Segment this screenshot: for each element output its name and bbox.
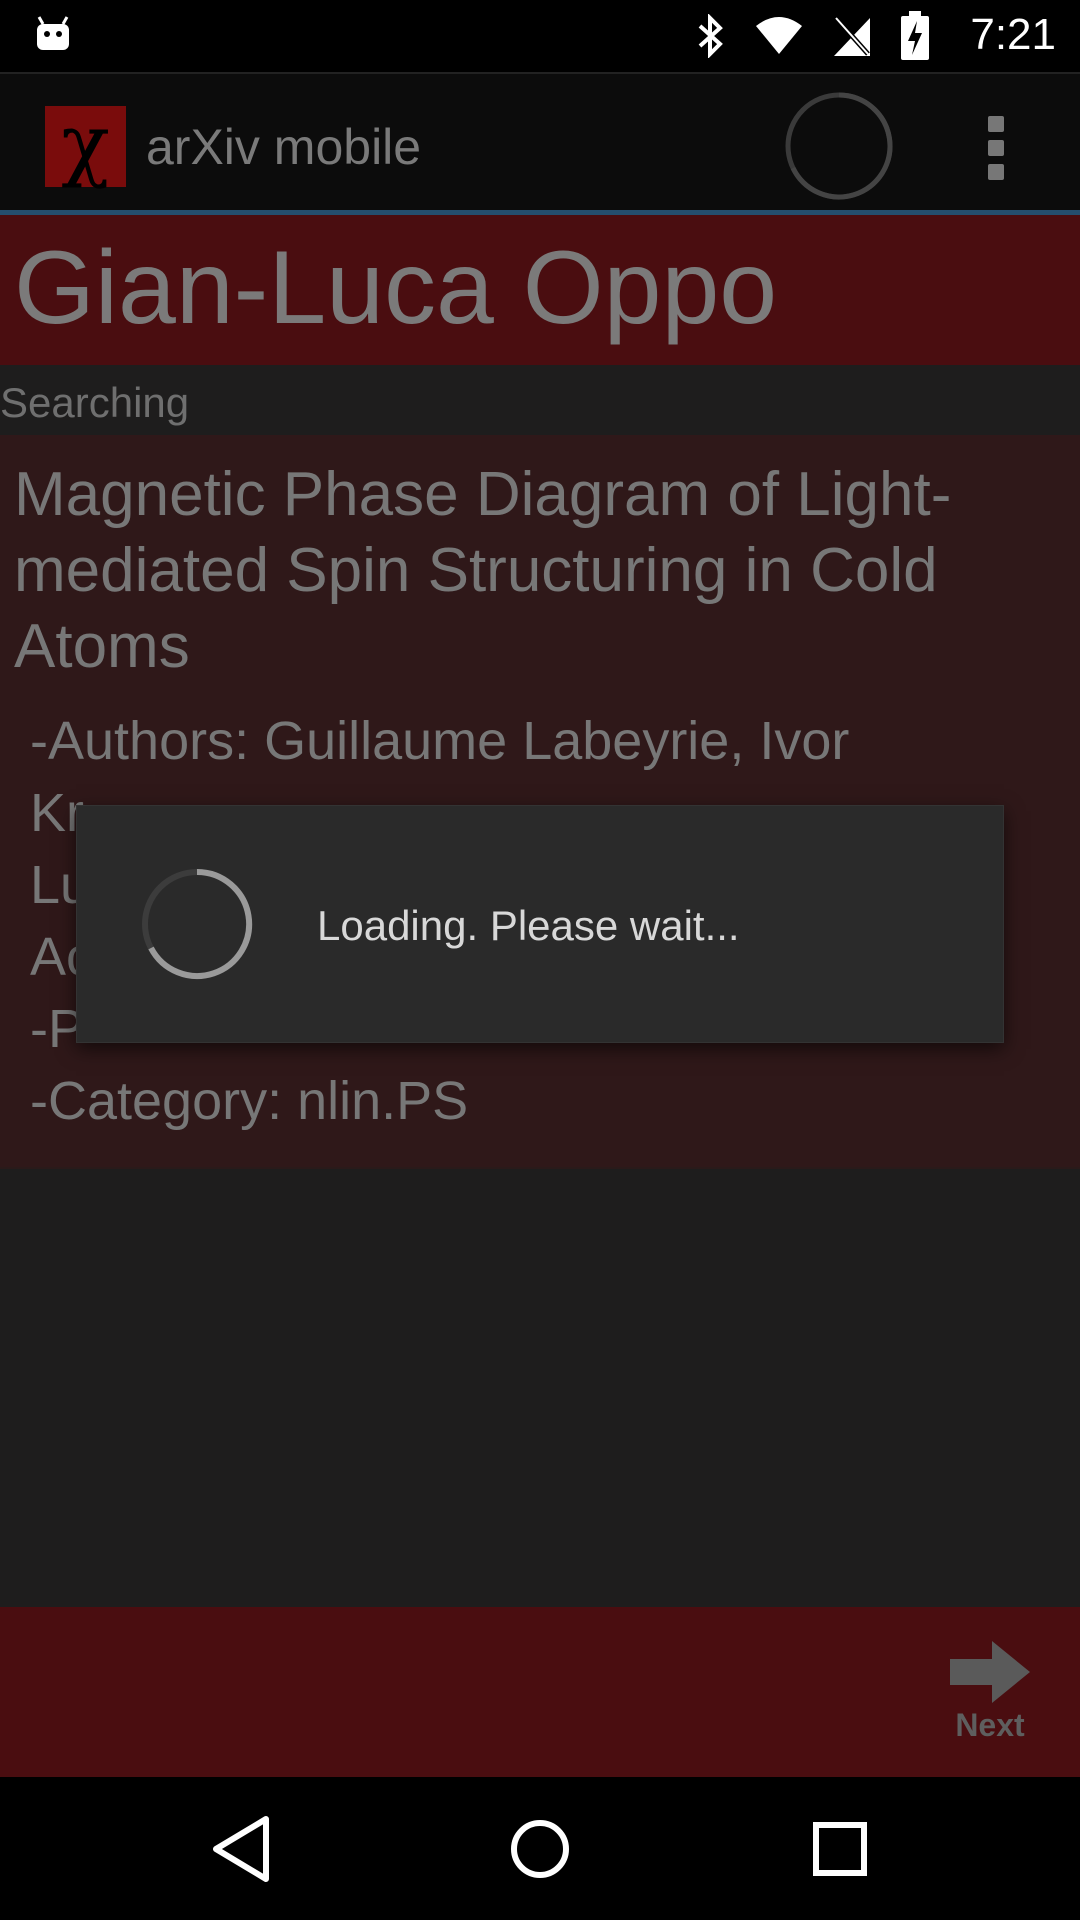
android-robot-icon (37, 16, 69, 50)
app-logo: χ (45, 104, 126, 187)
loading-spinner-icon (142, 868, 253, 979)
recents-icon[interactable] (798, 1807, 882, 1891)
status-bar: 7:21 (0, 0, 1080, 72)
loading-spinner-icon (785, 92, 893, 200)
navigation-bar (0, 1777, 1080, 1920)
paper-category: -Category: nlin.PS (30, 1071, 469, 1131)
next-label: Next (955, 1707, 1025, 1743)
paper-authors: -Authors: Guillaume Labeyrie, Ivor (30, 711, 850, 771)
bluetooth-icon (698, 14, 723, 58)
back-icon[interactable] (200, 1807, 284, 1891)
home-icon[interactable] (498, 1807, 582, 1891)
wifi-icon (756, 17, 802, 54)
search-status: Searching (0, 365, 1080, 435)
search-status-text: Searching (0, 379, 190, 426)
paper-list-item[interactable]: Magnetic Phase Diagram of Light-mediated… (0, 435, 1080, 1169)
status-time: 7:21 (970, 10, 1056, 59)
author-header: Gian-Luca Oppo (0, 215, 1080, 365)
overflow-menu-icon[interactable] (984, 116, 1008, 180)
battery-charging-icon (901, 11, 929, 60)
app-title: arXiv mobile (146, 119, 422, 175)
loading-dialog: Loading. Please wait... (76, 805, 1004, 1043)
paper-title: Magnetic Phase Diagram of Light-mediated… (14, 460, 952, 681)
action-bar: χ arXiv mobile (0, 72, 1080, 212)
arrow-right-icon (950, 1641, 1030, 1703)
no-signal-icon (834, 16, 870, 56)
bottom-bar: Next (0, 1607, 1080, 1777)
loading-message: Loading. Please wait... (317, 902, 740, 949)
author-name: Gian-Luca Oppo (14, 230, 778, 346)
next-button[interactable]: Next (940, 1639, 1040, 1759)
